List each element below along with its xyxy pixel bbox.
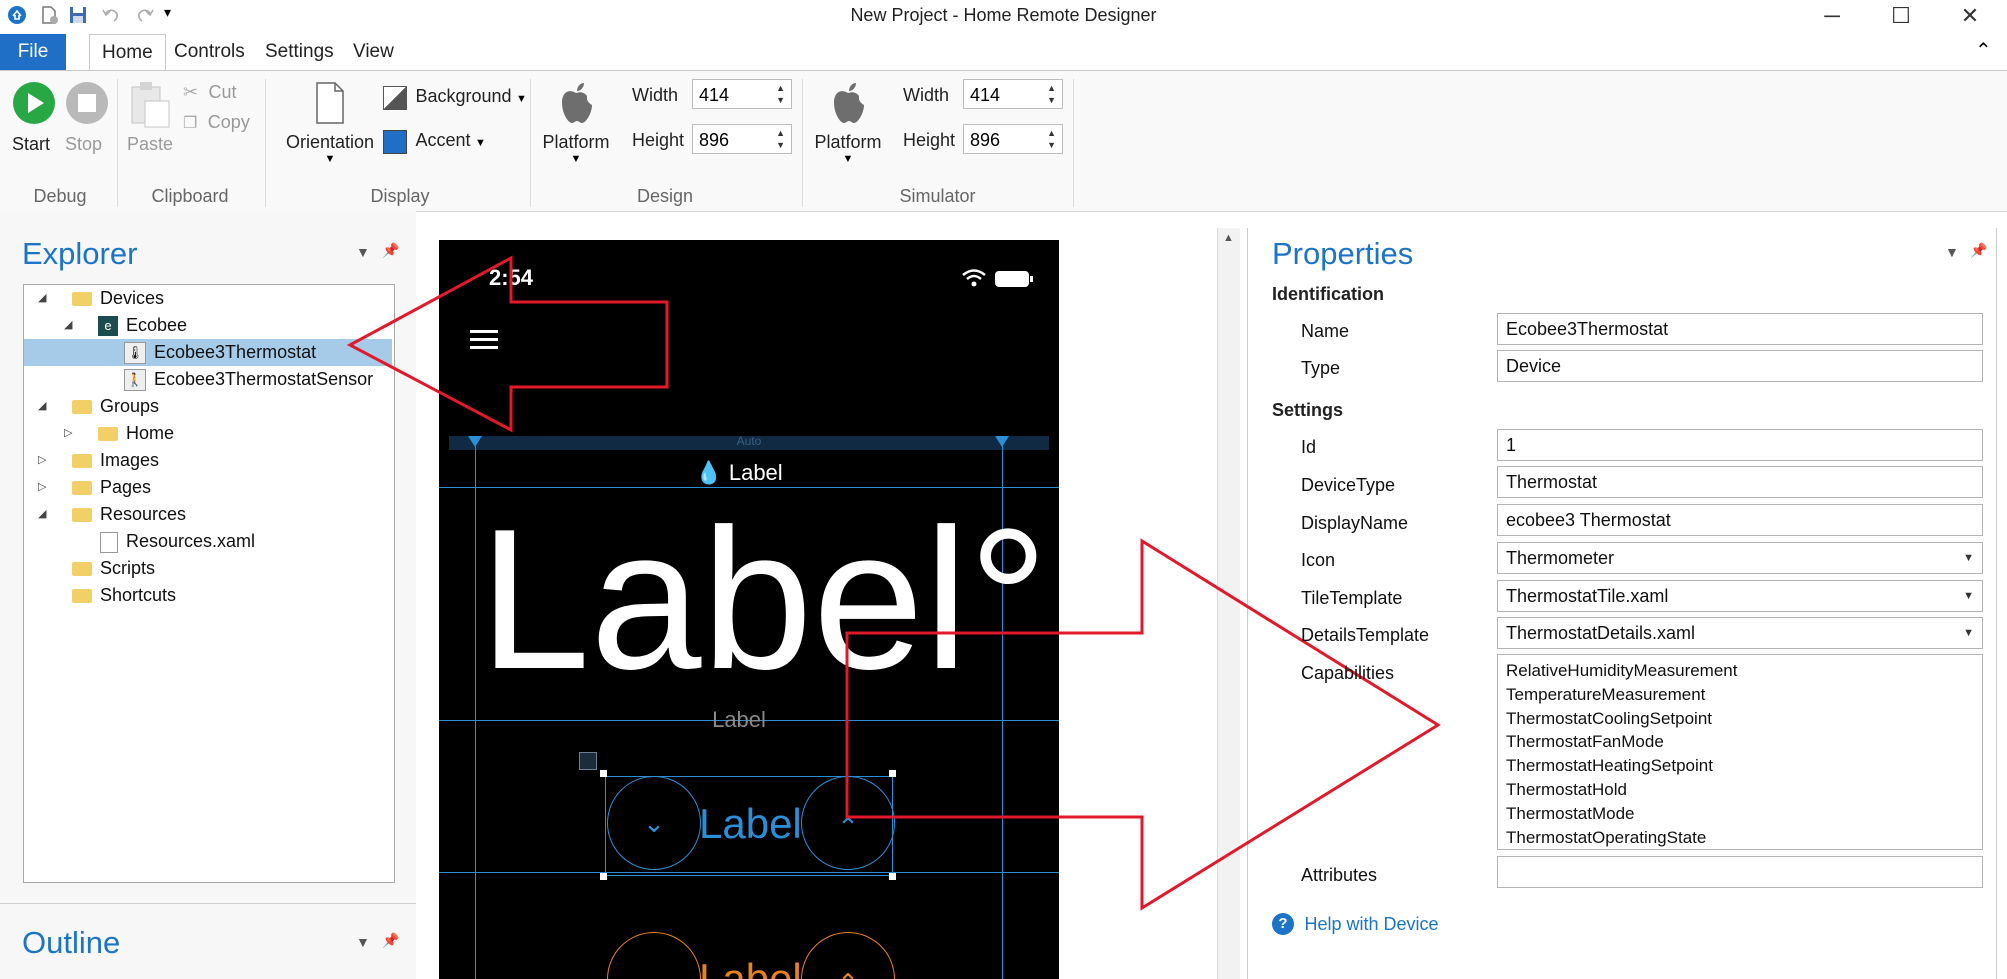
detailstemplate-select[interactable]: ThermostatDetails.xaml ▼ bbox=[1497, 617, 1983, 649]
type-field[interactable]: Device bbox=[1497, 350, 1983, 382]
tiletemplate-label: TileTemplate bbox=[1301, 588, 1403, 608]
id-field[interactable]: 1 bbox=[1497, 429, 1983, 461]
dropdown-arrow-icon[interactable]: ▼ bbox=[1963, 618, 1974, 648]
left-pointing-arrow-icon bbox=[346, 255, 669, 433]
devicetype-field[interactable]: Thermostat bbox=[1497, 466, 1983, 498]
name-label: Name bbox=[1301, 321, 1350, 341]
list-item[interactable]: TemperatureMeasurement bbox=[1506, 683, 1974, 707]
icon-select[interactable]: Thermometer ▼ bbox=[1497, 542, 1983, 574]
detailstemplate-select-value: ThermostatDetails.xaml bbox=[1506, 623, 1696, 643]
list-item[interactable]: ThermostatFanMode bbox=[1506, 730, 1974, 754]
pin-icon[interactable]: 📌 bbox=[1970, 242, 1987, 259]
list-item[interactable]: ThermostatHeatingSetpoint bbox=[1506, 754, 1974, 778]
tiletemplate-select[interactable]: ThermostatTile.xaml ▼ bbox=[1497, 580, 1983, 612]
type-label: Type bbox=[1301, 358, 1341, 378]
displayname-label: DisplayName bbox=[1301, 513, 1409, 533]
identification-section: Identification bbox=[1272, 284, 1384, 304]
list-item[interactable]: RelativeHumidityMeasurement bbox=[1506, 659, 1974, 683]
dropdown-arrow-icon[interactable]: ▼ bbox=[1963, 543, 1974, 573]
list-item[interactable]: ThermostatMode bbox=[1506, 802, 1974, 826]
list-item[interactable]: ThermostatCoolingSetpoint bbox=[1506, 707, 1974, 731]
capabilities-label: Capabilities bbox=[1301, 663, 1395, 683]
panel-menu-icon[interactable]: ▼ bbox=[1945, 244, 1959, 260]
detailstemplate-label: DetailsTemplate bbox=[1301, 625, 1430, 645]
devicetype-label: DeviceType bbox=[1301, 475, 1396, 495]
displayname-field[interactable]: ecobee3 Thermostat bbox=[1497, 504, 1983, 536]
attributes-label: Attributes bbox=[1301, 865, 1378, 885]
help-icon: ? bbox=[1272, 913, 1294, 935]
list-item[interactable]: ThermostatOperatingState bbox=[1506, 826, 1974, 850]
id-label: Id bbox=[1301, 437, 1317, 457]
attributes-field[interactable] bbox=[1497, 856, 1983, 888]
dropdown-arrow-icon[interactable]: ▼ bbox=[1963, 581, 1974, 611]
tiletemplate-select-value: ThermostatTile.xaml bbox=[1506, 586, 1669, 606]
properties-title: Properties bbox=[1272, 236, 1414, 271]
help-link[interactable]: ? Help with Device bbox=[1272, 912, 1439, 936]
settings-section: Settings bbox=[1272, 400, 1344, 420]
list-item[interactable]: ThermostatHold bbox=[1506, 778, 1974, 802]
separator bbox=[1996, 228, 1997, 979]
icon-label: Icon bbox=[1301, 550, 1336, 570]
capabilities-list[interactable]: RelativeHumidityMeasurement TemperatureM… bbox=[1497, 654, 1983, 850]
help-link-text: Help with Device bbox=[1304, 914, 1439, 934]
icon-select-value: Thermometer bbox=[1506, 548, 1615, 568]
name-field[interactable]: Ecobee3Thermostat bbox=[1497, 313, 1983, 345]
